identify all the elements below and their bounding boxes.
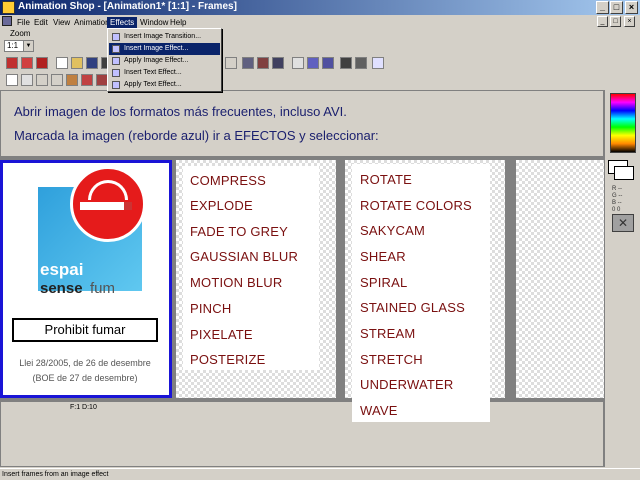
menu-bar: File Edit View Animation Effects Window … (0, 15, 640, 28)
effects-dropdown-menu: Insert Image Transition... Insert Image … (107, 28, 222, 92)
save-icon[interactable] (86, 57, 98, 69)
view-icon[interactable] (322, 57, 334, 69)
arrow-icon[interactable] (6, 74, 18, 86)
background-color-swatch[interactable] (614, 166, 634, 180)
color-picker[interactable] (610, 93, 636, 153)
logo-text-fum: fum (90, 280, 116, 297)
wizard-icon[interactable] (6, 57, 18, 69)
close-button[interactable]: × (625, 1, 638, 14)
help-icon[interactable] (372, 57, 384, 69)
rgb-readout: G -- (612, 193, 623, 199)
effect-item: STRETCH (360, 352, 423, 367)
move-icon[interactable] (36, 74, 48, 86)
mdi-close-button[interactable]: × (624, 16, 635, 27)
title-bar: Animation Shop - [Animation1* [1:1] - Fr… (0, 0, 640, 15)
app-icon[interactable] (2, 1, 15, 14)
effect-item: SPIRAL (360, 275, 408, 290)
text-effect-icon (112, 69, 120, 77)
copy-icon[interactable] (242, 57, 254, 69)
maximize-button[interactable]: □ (610, 1, 623, 14)
cigarette-tip (124, 202, 132, 210)
rgb-readout: B -- (612, 200, 622, 206)
chevron-down-icon[interactable]: ▼ (23, 41, 33, 51)
apply-text-effect-icon (112, 81, 120, 89)
optimize-icon[interactable] (36, 57, 48, 69)
effect-item: COMPRESS (190, 173, 267, 188)
effect-item: ROTATE (360, 172, 412, 187)
frame-info-label: F:1 D:10 (70, 404, 97, 411)
menu-insert-image-transition[interactable]: Insert Image Transition... (109, 31, 220, 43)
open-folder-icon[interactable] (71, 57, 83, 69)
zoom-select[interactable]: 1:1 ▼ (4, 40, 34, 52)
menu-apply-text-effect[interactable]: Apply Text Effect... (109, 79, 220, 91)
prohibit-label: Prohibit fumar (12, 318, 158, 342)
paintbrush-icon[interactable] (81, 74, 93, 86)
transparent-color-icon[interactable]: ✕ (612, 214, 634, 232)
transition-icon (112, 33, 120, 41)
effect-item: EXPLODE (190, 198, 253, 213)
mdi-minimize-button[interactable]: _ (597, 16, 608, 27)
rgb-readout: 0 0 (612, 207, 621, 213)
logo-text-sense: sense (40, 280, 83, 297)
frame-4[interactable] (516, 160, 604, 398)
play-icon[interactable] (355, 57, 367, 69)
zoom-label: Zoom (10, 29, 31, 38)
menu-apply-image-effect[interactable]: Apply Image Effect... (109, 55, 220, 67)
window-title: Animation Shop - [Animation1* [1:1] - Fr… (18, 1, 237, 12)
rgb-readout: R -- (612, 186, 622, 192)
effect-item: MOTION BLUR (190, 275, 283, 290)
effect-item: STREAM (360, 326, 416, 341)
effect-item: UNDERWATER (360, 377, 454, 392)
dropper-icon[interactable] (66, 74, 78, 86)
new-file-icon[interactable] (56, 57, 68, 69)
mdi-restore-button[interactable]: □ (610, 16, 621, 27)
instruction-line-2: Marcada la imagen (reborde azul) ir a EF… (14, 128, 379, 143)
status-bar: Insert frames from an image effect (0, 468, 640, 480)
logo-text-espai: espai (40, 260, 84, 279)
effect-item: WAVE (360, 403, 398, 418)
cut-icon[interactable] (225, 57, 237, 69)
document-icon[interactable] (2, 16, 12, 26)
image-effect-icon (112, 45, 120, 53)
effect-item: GAUSSIAN BLUR (190, 249, 299, 264)
filmstrip-icon[interactable] (340, 57, 352, 69)
apply-effect-icon (112, 57, 120, 65)
paste-icon[interactable] (257, 57, 269, 69)
zoom-icon[interactable] (21, 74, 33, 86)
crop-icon[interactable] (51, 74, 63, 86)
effect-item: SHEAR (360, 249, 406, 264)
minimize-button[interactable]: _ (596, 1, 609, 14)
undo-icon[interactable] (272, 57, 284, 69)
law-line-1: Llei 28/2005, de 26 de desembre (19, 358, 151, 368)
effect-item: FADE TO GREY (190, 224, 289, 239)
banner-wizard-icon[interactable] (21, 57, 33, 69)
effect-item: STAINED GLASS (360, 300, 465, 315)
menu-view[interactable]: View (50, 17, 73, 28)
menu-edit[interactable]: Edit (31, 17, 51, 28)
properties-icon[interactable] (292, 57, 304, 69)
effect-item: PINCH (190, 301, 232, 316)
menu-insert-text-effect[interactable]: Insert Text Effect... (109, 67, 220, 79)
law-line-2: (BOE de 27 de desembre) (32, 373, 138, 383)
zoom-value: 1:1 (7, 41, 19, 50)
menu-insert-image-effect[interactable]: Insert Image Effect... (109, 43, 220, 55)
menu-effects[interactable]: Effects (107, 17, 138, 28)
effect-item: SAKYCAM (360, 223, 425, 238)
effect-item: PIXELATE (190, 327, 253, 342)
instruction-line-1: Abrir imagen de los formatos más frecuen… (14, 104, 347, 119)
effect-item: ROTATE COLORS (360, 198, 472, 213)
effect-item: POSTERIZE (190, 352, 266, 367)
menu-help[interactable]: Help (167, 17, 189, 28)
frame-icon[interactable] (307, 57, 319, 69)
